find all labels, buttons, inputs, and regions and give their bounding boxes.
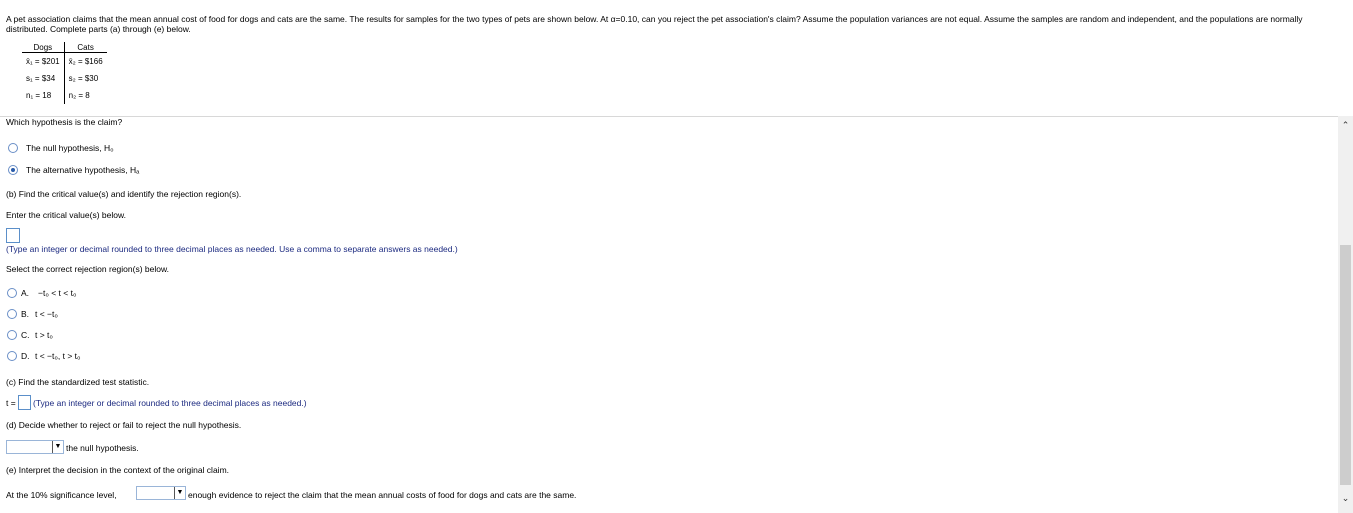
- scroll-up-icon[interactable]: ⌃: [1340, 120, 1351, 131]
- part-b-prompt: Enter the critical value(s) below.: [6, 210, 126, 220]
- col-header-cats: Cats: [64, 42, 107, 53]
- critical-value-input[interactable]: [6, 228, 20, 243]
- part-b-hint: (Type an integer or decimal rounded to t…: [6, 244, 458, 254]
- cats-mean: x̄₂ = $166: [68, 57, 103, 66]
- option-a-text[interactable]: −t₀ < t < t₀: [38, 288, 76, 298]
- part-e-prefix: At the 10% significance level,: [6, 490, 117, 500]
- radio-option-c[interactable]: [7, 330, 17, 340]
- option-alternative-hypothesis[interactable]: The alternative hypothesis, Hₐ: [26, 165, 139, 175]
- part-c-question: (c) Find the standardized test statistic…: [6, 377, 150, 387]
- sample-stats-table: Dogs Cats x̄₁ = $201 x̄₂ = $166 s₁ = $34…: [22, 42, 107, 104]
- chevron-down-icon[interactable]: ▼: [174, 487, 185, 499]
- part-d-suffix: the null hypothesis.: [66, 443, 139, 453]
- option-null-hypothesis[interactable]: The null hypothesis, H₀: [26, 143, 114, 153]
- option-b-text[interactable]: t < −t₀: [35, 309, 58, 319]
- part-a-question: Which hypothesis is the claim?: [6, 117, 123, 127]
- part-b-select-prompt: Select the correct rejection region(s) b…: [6, 264, 169, 274]
- option-b-letter[interactable]: B.: [21, 309, 29, 319]
- radio-null-hypothesis[interactable]: [8, 143, 18, 153]
- radio-option-b[interactable]: [7, 309, 17, 319]
- radio-alternative-hypothesis[interactable]: [8, 165, 18, 175]
- evidence-dropdown[interactable]: ▼: [136, 486, 186, 500]
- section-divider: [0, 116, 1338, 117]
- part-b-question: (b) Find the critical value(s) and ident…: [6, 189, 242, 199]
- option-a-letter[interactable]: A.: [21, 288, 29, 298]
- cats-n: n₂ = 8: [68, 91, 90, 100]
- scrollbar-thumb[interactable]: [1340, 245, 1351, 485]
- part-c-hint: (Type an integer or decimal rounded to t…: [33, 398, 307, 408]
- radio-option-a[interactable]: [7, 288, 17, 298]
- part-d-question: (d) Decide whether to reject or fail to …: [6, 420, 242, 430]
- reject-decision-dropdown[interactable]: ▼: [6, 440, 64, 454]
- option-c-letter[interactable]: C.: [21, 330, 30, 340]
- option-d-text[interactable]: t < −t₀, t > t₀: [35, 351, 81, 361]
- radio-option-d[interactable]: [7, 351, 17, 361]
- part-e-question: (e) Interpret the decision in the contex…: [6, 465, 230, 475]
- cats-sd: s₂ = $30: [68, 74, 99, 83]
- dogs-n: n₁ = 18: [22, 87, 65, 104]
- col-header-dogs: Dogs: [22, 42, 65, 53]
- t-label: t =: [6, 398, 16, 408]
- dogs-mean: x̄₁ = $201: [22, 52, 65, 70]
- part-e-suffix: enough evidence to reject the claim that…: [188, 490, 577, 500]
- scroll-down-icon[interactable]: ⌄: [1340, 493, 1351, 504]
- dogs-sd: s₁ = $34: [22, 70, 65, 87]
- chevron-down-icon[interactable]: ▼: [52, 441, 63, 453]
- option-c-text[interactable]: t > t₀: [35, 330, 53, 340]
- test-statistic-input[interactable]: [18, 395, 31, 410]
- option-d-letter[interactable]: D.: [21, 351, 30, 361]
- problem-statement: A pet association claims that the mean a…: [6, 14, 1303, 34]
